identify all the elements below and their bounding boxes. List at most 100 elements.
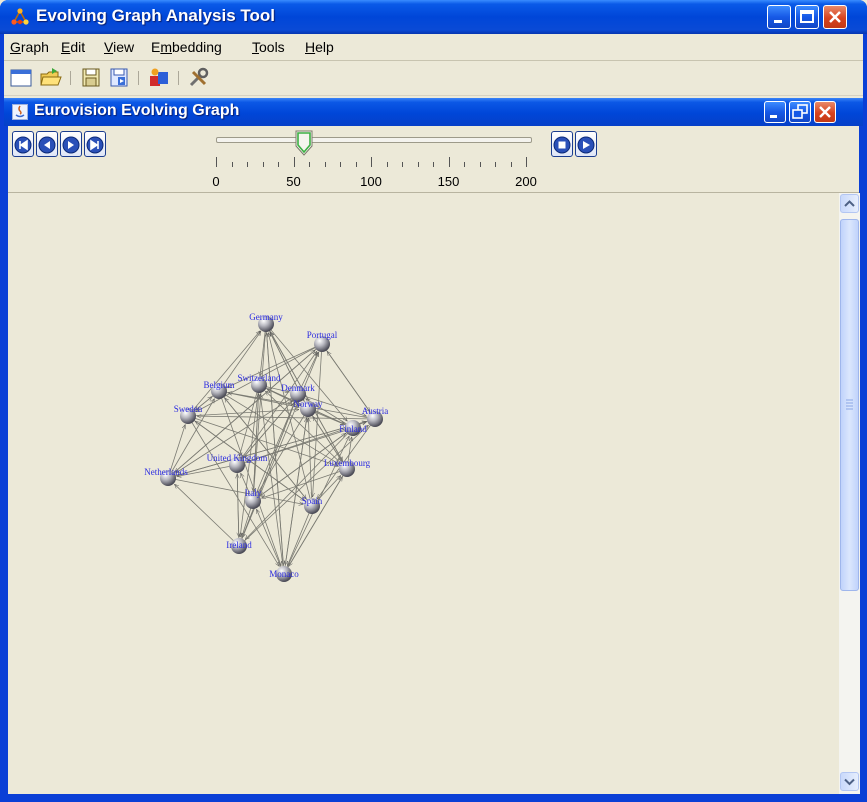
menu-view[interactable]: View (104, 39, 134, 55)
main-client-area: Graph Edit View Embedding Tools Help Eur… (4, 34, 863, 798)
minimize-icon (774, 20, 782, 23)
play-button[interactable] (575, 131, 597, 157)
title-bar[interactable]: Evolving Graph Analysis Tool (0, 0, 867, 34)
save-icon[interactable] (78, 66, 104, 90)
restore-icon (792, 104, 808, 119)
embedding-icon[interactable] (146, 66, 172, 90)
save-as-icon[interactable] (106, 66, 132, 90)
last-frame-button[interactable] (84, 131, 106, 157)
slider-tick (247, 162, 248, 167)
last-frame-icon (86, 136, 104, 154)
graph-node-label: Germany (249, 312, 283, 322)
graph-node-label: Belgium (204, 380, 235, 390)
graph-edge (238, 425, 368, 547)
vertical-scrollbar[interactable] (838, 193, 860, 794)
slider-tick-label: 150 (437, 174, 460, 189)
slider-tick (340, 162, 341, 167)
slider-tick (433, 162, 434, 167)
tools-icon[interactable] (186, 66, 212, 90)
time-slider-track[interactable] (216, 137, 532, 143)
play-icon (577, 136, 595, 154)
slider-tick (448, 157, 450, 167)
graph-minimize-button[interactable] (764, 101, 786, 123)
step-back-button[interactable] (36, 131, 58, 157)
graph-node-label: Monaco (269, 569, 299, 579)
graph-node[interactable]: Germany (249, 312, 283, 332)
first-frame-button[interactable] (12, 131, 34, 157)
graph-window-title-bar[interactable]: Eurovision Evolving Graph (4, 98, 863, 126)
slider-tick (293, 157, 295, 167)
slider-tick (402, 162, 403, 167)
graph-canvas[interactable]: Germany Portugal SwitzerlandBelgium Denmark… (8, 193, 838, 794)
graph-node[interactable]: Monaco (269, 566, 299, 582)
graph-edge (174, 484, 240, 547)
graph-nodes: Germany Portugal SwitzerlandBelgium Denmark… (144, 312, 388, 582)
graph-edge (237, 474, 239, 547)
new-window-icon[interactable] (8, 66, 34, 90)
graph-node[interactable]: Norway (294, 399, 323, 417)
graph-node[interactable]: United Kingdom (207, 453, 268, 473)
slider-tick (262, 162, 264, 167)
step-back-icon (38, 136, 56, 154)
graph-edge (262, 468, 348, 498)
graph-node-label: Spain (302, 496, 323, 506)
slider-tick (355, 162, 357, 167)
close-button[interactable] (823, 5, 847, 29)
main-window: Evolving Graph Analysis Tool Graph Edit … (0, 0, 867, 802)
menu-help[interactable]: Help (305, 39, 334, 55)
graph-node[interactable]: Spain (302, 496, 323, 514)
graph-node[interactable]: Belgium (204, 380, 235, 399)
graph-node-label: Italy (245, 488, 262, 498)
graph-edge (197, 416, 376, 420)
graph-node[interactable]: Italy (245, 488, 262, 509)
graph-edge (257, 408, 309, 493)
graph-node[interactable]: Netherlands (144, 467, 188, 486)
graph-node[interactable]: Sweden (174, 404, 203, 424)
toolbar-separator (138, 71, 139, 85)
slider-tick (386, 162, 388, 167)
scroll-down-button[interactable] (840, 772, 859, 791)
graph-restore-button[interactable] (789, 101, 811, 123)
stop-button[interactable] (551, 131, 573, 157)
step-forward-button[interactable] (60, 131, 82, 157)
graph-node-label: Sweden (174, 404, 203, 414)
graph-node-label: Netherlands (144, 467, 188, 477)
scroll-up-button[interactable] (840, 194, 859, 213)
menu-tools[interactable]: Tools (252, 39, 285, 55)
app-logo-icon (11, 8, 29, 25)
graph-node-label: Finland (339, 424, 367, 434)
toolbar-separator (70, 71, 71, 85)
minimize-button[interactable] (767, 5, 791, 29)
grip-icon (846, 399, 853, 410)
graph-node[interactable]: Ireland (226, 538, 252, 554)
graph-node-label: Luxembourg (324, 458, 371, 468)
slider-tick (417, 162, 419, 167)
graph-node-label: Ireland (226, 540, 252, 550)
open-folder-icon[interactable] (38, 66, 64, 90)
time-slider-thumb[interactable] (295, 130, 313, 156)
graph-edge (287, 505, 313, 566)
slider-tick (510, 162, 512, 167)
slider-tick (231, 162, 233, 167)
slider-tick (495, 162, 496, 167)
graph-edges (167, 323, 376, 575)
graph-window: Eurovision Evolving Graph 0 50 100 150 2… (4, 98, 863, 798)
menu-graph[interactable]: Graph (10, 39, 49, 55)
menu-edit[interactable]: Edit (61, 39, 85, 55)
graph-close-button[interactable] (814, 101, 836, 123)
graph-edge (254, 323, 267, 492)
chevron-down-icon (844, 778, 855, 786)
graph-node-label: Switzerland (238, 373, 281, 383)
menu-embedding[interactable]: Embedding (151, 39, 222, 55)
step-forward-icon (62, 136, 80, 154)
graph-node-label: Norway (294, 399, 323, 409)
graph-edge (260, 394, 285, 575)
slider-tick-label: 0 (212, 174, 220, 189)
slider-tick (309, 162, 310, 167)
toolbar (4, 61, 863, 96)
maximize-button[interactable] (795, 5, 819, 29)
slider-tick-label: 200 (515, 174, 537, 189)
scroll-thumb[interactable] (840, 219, 859, 591)
graph-node[interactable]: Switzerland (238, 373, 281, 393)
maximize-icon (800, 10, 814, 23)
